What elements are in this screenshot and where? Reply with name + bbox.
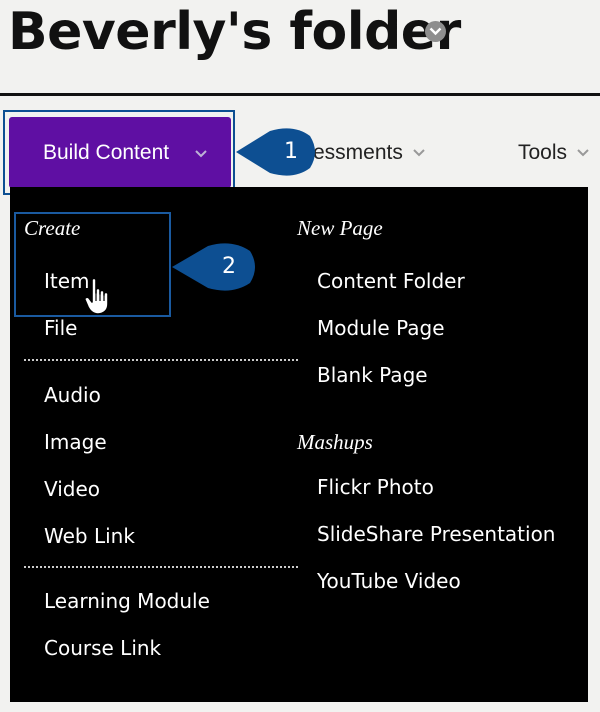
chevron-down-icon [577, 149, 589, 157]
menu-item-youtube-video[interactable]: YouTube Video [317, 569, 461, 593]
build-content-label: Build Content [43, 141, 170, 164]
menu-item-learning-module[interactable]: Learning Module [44, 589, 210, 613]
tools-label: Tools [518, 141, 568, 164]
page-title: Beverly's folder [8, 2, 461, 62]
menu-item-content-folder[interactable]: Content Folder [317, 269, 465, 293]
step-2-number: 2 [222, 254, 236, 279]
menu-divider [24, 359, 298, 361]
menu-item-flickr-photo[interactable]: Flickr Photo [317, 475, 434, 499]
step-2-callout: 2 [172, 243, 255, 291]
mashups-heading: Mashups [297, 430, 373, 454]
build-content-button[interactable]: Build Content [9, 117, 231, 188]
menu-item-slideshare-presentation[interactable]: SlideShare Presentation [317, 522, 556, 546]
menu-item-blank-page[interactable]: Blank Page [317, 363, 428, 387]
menu-item-web-link[interactable]: Web Link [44, 524, 135, 548]
chevron-down-icon [413, 149, 425, 157]
step-1-number: 1 [284, 139, 298, 164]
menu-item-file[interactable]: File [44, 316, 77, 340]
hand-pointer-icon [84, 277, 109, 315]
assessments-menu[interactable]: essments [313, 140, 425, 166]
menu-divider [24, 566, 298, 568]
tools-menu[interactable]: Tools [518, 140, 589, 166]
assessments-label: essments [313, 141, 403, 164]
new-page-heading: New Page [297, 216, 383, 240]
menu-item-video[interactable]: Video [44, 477, 100, 501]
chevron-down-icon [195, 150, 207, 158]
title-options-chevron-icon[interactable] [425, 21, 446, 42]
menu-item-course-link[interactable]: Course Link [44, 636, 161, 660]
menu-item-module-page[interactable]: Module Page [317, 316, 445, 340]
menu-item-image[interactable]: Image [44, 430, 107, 454]
step-1-callout: 1 [236, 128, 318, 176]
header-divider [0, 93, 600, 96]
menu-item-audio[interactable]: Audio [44, 383, 101, 407]
